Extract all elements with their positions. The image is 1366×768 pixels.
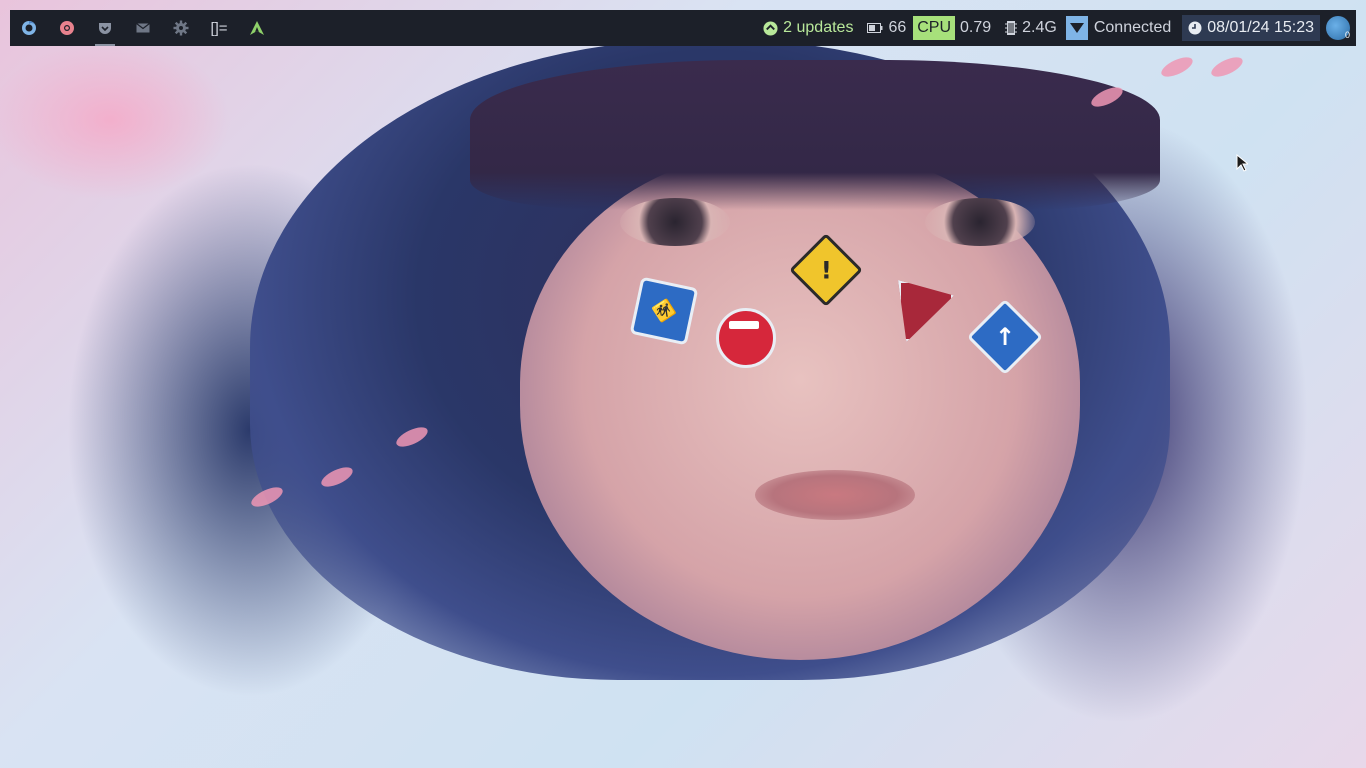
wallpaper-left-eye <box>620 198 730 246</box>
battery-value: 66 <box>888 19 907 36</box>
network-module[interactable]: Connected <box>1064 10 1178 46</box>
no-entry-sign-icon <box>716 308 776 368</box>
wallpaper-fringe <box>470 60 1160 210</box>
updates-text: 2 updates <box>783 19 854 36</box>
battery-module[interactable]: 66 <box>860 10 913 46</box>
updates-arrow-icon <box>763 20 778 36</box>
tray-icon[interactable]: 0 <box>1326 16 1350 40</box>
cpu-label: CPU <box>913 16 956 40</box>
memory-module[interactable]: 2.4G <box>998 10 1064 46</box>
wallpaper-lips <box>755 470 915 520</box>
battery-icon <box>867 23 883 33</box>
mouse-cursor-icon <box>1236 153 1250 177</box>
chrome-icon <box>59 20 75 36</box>
cpu-value: 0.79 <box>960 19 992 36</box>
petal <box>1158 53 1196 81</box>
workspace-mail[interactable] <box>124 10 162 46</box>
mail-icon <box>135 20 151 36</box>
updates-module[interactable]: 2 updates <box>756 10 860 46</box>
memory-icon <box>1005 20 1018 36</box>
desktop: 🚸 ! ↑ []= 2 updates 66 CPU 0.79 2.4G Con… <box>0 0 1366 768</box>
top-status-bar: []= 2 updates 66 CPU 0.79 2.4G Connected… <box>10 10 1356 46</box>
workspace-firefox[interactable] <box>10 10 48 46</box>
cpu-module[interactable]: CPU 0.79 <box>913 10 998 46</box>
arch-icon <box>249 20 265 36</box>
gear-icon <box>173 20 189 36</box>
wallpaper-right-eye <box>925 198 1035 246</box>
workspace-layout[interactable]: []= <box>200 10 238 46</box>
pocket-icon <box>97 20 113 36</box>
network-status: Connected <box>1093 19 1172 36</box>
workspace-arch[interactable] <box>238 10 276 46</box>
wifi-icon <box>1065 16 1088 40</box>
workspace-pocket[interactable] <box>86 10 124 46</box>
pedestrian-crossing-sign-icon: 🚸 <box>629 276 699 346</box>
clock-text: 08/01/24 15:23 <box>1207 19 1314 36</box>
tray-badge: 0 <box>1344 30 1350 40</box>
clock-module[interactable]: 08/01/24 15:23 <box>1182 15 1320 41</box>
layout-icon: []= <box>210 19 228 37</box>
memory-value: 2.4G <box>1022 19 1057 36</box>
clock-icon <box>1188 21 1202 35</box>
workspace-chrome[interactable] <box>48 10 86 46</box>
firefox-icon <box>21 20 37 36</box>
petal <box>1208 53 1246 81</box>
workspace-settings[interactable] <box>162 10 200 46</box>
